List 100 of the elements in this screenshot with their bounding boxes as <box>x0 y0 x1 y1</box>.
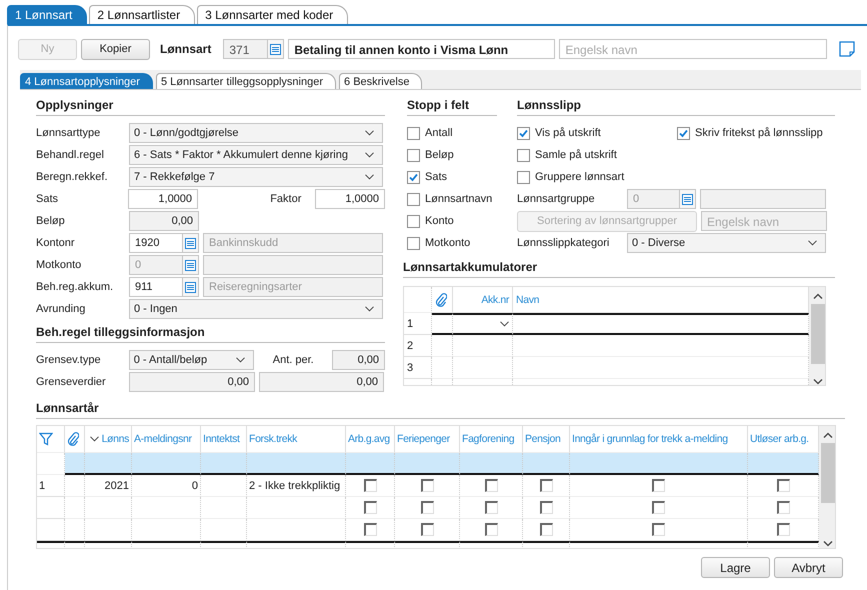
column-header[interactable] <box>37 426 65 453</box>
checkbox[interactable] <box>364 523 376 536</box>
checkbox[interactable] <box>652 479 665 492</box>
input-field[interactable]: Betaling til annen konto i Visma Lønn <box>288 39 556 59</box>
checkbox[interactable] <box>407 170 420 184</box>
column-header[interactable] <box>432 287 453 313</box>
row-header[interactable]: 2 <box>404 335 432 357</box>
table-cell[interactable] <box>453 313 513 335</box>
input-field[interactable]: 1920 <box>129 233 183 253</box>
input-field[interactable]: 1,0000 <box>315 189 386 209</box>
tab[interactable]: 3 Lønnsarter med koder <box>197 5 348 24</box>
dialog-button[interactable]: Avbryt <box>774 557 843 578</box>
checkbox[interactable] <box>420 479 434 492</box>
checkbox[interactable] <box>407 192 420 206</box>
lookup-button[interactable] <box>182 277 199 297</box>
dropdown[interactable]: 6 - Sats * Faktor * Akkumulert denne kjøring <box>129 145 383 165</box>
checkbox[interactable] <box>776 479 790 492</box>
checkbox[interactable] <box>517 148 530 162</box>
paperclip-icon[interactable] <box>67 432 79 446</box>
checkbox[interactable] <box>420 523 434 536</box>
checkbox[interactable] <box>540 479 552 492</box>
row-header[interactable]: 1 <box>404 313 432 335</box>
tab[interactable]: 2 Lønnsartlister <box>89 5 196 24</box>
filter-cell[interactable] <box>65 453 85 475</box>
checkbox[interactable] <box>420 501 434 514</box>
checkbox[interactable] <box>540 501 552 514</box>
lookup-button[interactable] <box>182 255 199 275</box>
toolbar-button[interactable]: Kopier <box>81 38 150 60</box>
checkbox[interactable] <box>677 126 690 140</box>
tab[interactable]: 1 Lønnsart <box>7 5 88 24</box>
table-cell[interactable] <box>432 313 453 335</box>
filter-cell[interactable] <box>460 453 523 475</box>
filter-cell[interactable] <box>201 453 247 475</box>
scrollbar[interactable] <box>809 287 825 385</box>
checkbox-label: Lønnsartnavn <box>425 193 492 205</box>
input-field[interactable]: 0,00 <box>259 372 384 392</box>
input-field[interactable]: 0,00 <box>332 350 386 370</box>
checkbox[interactable] <box>540 523 552 536</box>
field-label: Faktor <box>269 193 302 205</box>
checkbox[interactable] <box>407 214 420 228</box>
input-field[interactable]: 1,0000 <box>128 189 198 209</box>
input-field[interactable]: 0,00 <box>129 372 255 392</box>
tab[interactable]: 5 Lønnsarter tilleggsopplysninger <box>156 73 336 89</box>
field-label: Lønnsart <box>160 42 212 56</box>
filter-cell[interactable] <box>85 453 132 475</box>
checkbox[interactable] <box>364 501 376 514</box>
filter-icon[interactable] <box>39 432 53 446</box>
scroll-down-icon[interactable] <box>813 378 823 385</box>
dropdown[interactable]: 0 - Lønn/godtgjørelse <box>129 123 383 143</box>
filter-cell[interactable] <box>523 453 570 475</box>
filter-cell[interactable] <box>748 453 819 475</box>
checkbox[interactable] <box>776 501 790 514</box>
filter-cell[interactable] <box>570 453 748 475</box>
scroll-up-icon[interactable] <box>813 293 823 300</box>
tab[interactable]: 4 Lønnsartopplysninger <box>20 73 153 89</box>
checkbox[interactable] <box>364 479 376 492</box>
row-header[interactable]: 1 <box>37 475 65 497</box>
column-header[interactable]: Akk.nr <box>453 287 513 313</box>
filter-cell[interactable] <box>395 453 460 475</box>
scroll-down-icon[interactable] <box>823 540 833 547</box>
lookup-button[interactable] <box>267 39 284 59</box>
field-label: Grensev.type <box>36 354 102 366</box>
filter-cell[interactable] <box>247 453 346 475</box>
checkbox[interactable] <box>517 170 530 184</box>
note-icon[interactable] <box>839 41 856 57</box>
checkbox[interactable] <box>484 479 498 492</box>
checkbox[interactable] <box>517 126 530 140</box>
checkbox[interactable] <box>484 501 498 514</box>
dropdown[interactable]: 0 - Antall/beløp <box>128 350 254 370</box>
lookup-button[interactable] <box>182 233 199 253</box>
field-label: Lønnsarttype <box>36 127 102 139</box>
checkbox[interactable] <box>407 126 420 140</box>
field-label: Kontonr <box>36 237 76 249</box>
input-field: Reiseregningsarter <box>203 277 383 297</box>
checkbox[interactable] <box>484 523 498 536</box>
scrollbar-thumb[interactable] <box>811 304 825 364</box>
input-field[interactable]: 371 <box>223 39 268 59</box>
checkbox[interactable] <box>652 501 665 514</box>
tab[interactable]: 6 Beskrivelse <box>339 73 422 89</box>
input-field[interactable]: 911 <box>129 277 183 297</box>
lookup-button[interactable] <box>679 189 696 209</box>
paperclip-icon[interactable] <box>435 292 447 306</box>
dialog-button[interactable]: Lagre <box>701 557 770 578</box>
checkbox[interactable] <box>407 236 420 250</box>
checkbox[interactable] <box>407 148 420 162</box>
scroll-up-icon[interactable] <box>823 432 833 439</box>
scrollbar[interactable] <box>819 426 835 548</box>
list-icon <box>185 282 196 292</box>
checkbox[interactable] <box>652 523 665 536</box>
filter-cell[interactable] <box>346 453 395 475</box>
table-cell <box>132 497 201 519</box>
dropdown[interactable]: 0 - Ingen <box>129 299 383 319</box>
table-cell[interactable] <box>513 313 809 335</box>
dropdown[interactable]: 7 - Rekkefølge 7 <box>129 167 383 187</box>
dropdown[interactable]: 0 - Diverse <box>627 233 826 253</box>
scrollbar-thumb[interactable] <box>821 443 835 503</box>
filter-cell[interactable] <box>132 453 201 475</box>
row-header[interactable]: 3 <box>404 357 432 379</box>
column-header[interactable]: Navn <box>513 287 809 313</box>
checkbox[interactable] <box>776 523 790 536</box>
